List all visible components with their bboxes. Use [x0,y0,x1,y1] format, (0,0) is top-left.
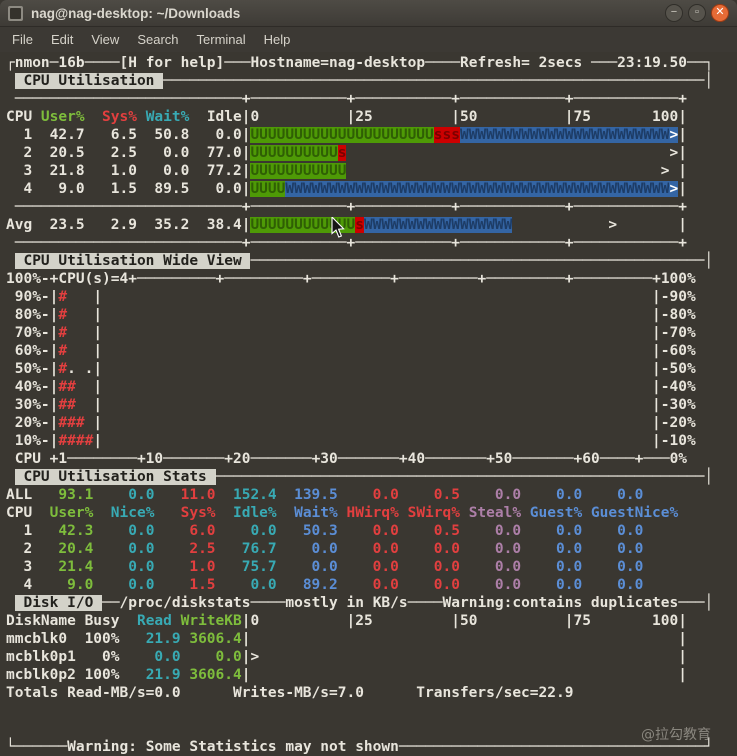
terminal-line: Totals Read-MB/s=0.0 Writes-MB/s=7.0 Tra… [6,685,574,701]
terminal-line: CPU Utilisation Wide View ──────────────… [14,253,714,269]
terminal-line: ──────────────────────────+───────────+─… [14,91,687,107]
terminal-line: 4 9.0 1.5 89.5 0.0|UUUUWWWWWWWWWWWWWWWWW… [6,181,687,197]
watermark: @拉勾教育 [641,727,711,743]
terminal-screen[interactable]: ┌nmon─16b────[H for help]───Hostname=nag… [0,52,737,756]
menu-edit[interactable]: Edit [43,29,81,50]
terminal-line: 80%-|# | |-80% [6,307,696,323]
minimize-button[interactable]: − [665,4,683,22]
menu-file[interactable]: File [4,29,41,50]
menu-bar: File Edit View Search Terminal Help [0,27,737,52]
terminal-line: DiskName Busy Read WriteKB|0 |25 |50 |75… [6,613,687,629]
terminal-line: 3 21.8 1.0 0.0 77.2|UUUUUUUUUUU > | [6,163,687,179]
terminal-line: 100%-+CPU(s)=4+─────────+─────────+─────… [6,271,696,287]
menu-view[interactable]: View [83,29,127,50]
terminal-line: Avg 23.5 2.9 35.2 38.4|UUUUUUUUUUUUsWWWW… [6,217,687,233]
terminal-line: 70%-|# | |-70% [6,325,696,341]
close-button[interactable]: ✕ [711,4,729,22]
maximize-button[interactable]: ▫ [688,4,706,22]
terminal-line: Disk I/O ──/proc/diskstats────mostly in … [14,595,714,611]
terminal-line: 50%-|#. .| |-50% [6,361,696,377]
mouse-cursor [331,217,345,238]
terminal-line: 3 21.4 0.0 1.0 75.7 0.0 0.0 0.0 0.0 0.0 … [6,559,644,575]
terminal-line: CPU Utilisation ────────────────────────… [14,73,714,89]
menu-help[interactable]: Help [256,29,299,50]
window-title: nag@nag-desktop: ~/Downloads [31,5,241,21]
terminal-line: ──────────────────────────+───────────+─… [14,235,687,251]
terminal-line: 90%-|# | |-90% [6,289,696,305]
terminal-line: ┌nmon─16b────[H for help]───Hostname=nag… [6,55,714,71]
terminal-line: mcblk0p1 0% 0.0 0.0|> | [6,649,687,665]
terminal-line: CPU User% Sys% Wait% Idle|0 |25 |50 |75 … [6,109,687,125]
terminal-line: 30%-|## | |-30% [6,397,696,413]
terminal-line: └──────Warning: Some Statistics may not … [6,739,714,755]
terminal-line: 2 20.4 0.0 2.5 76.7 0.0 0.0 0.0 0.0 0.0 … [6,541,644,557]
menu-search[interactable]: Search [129,29,186,50]
terminal-line: 40%-|## | |-40% [6,379,696,395]
terminal-line: ALL 93.1 0.0 11.0 152.4 139.5 0.0 0.5 0.… [6,487,644,503]
terminal-app-icon [8,5,23,21]
terminal-line: 1 42.7 6.5 50.8 0.0|UUUUUUUUUUUUUUUUUUUU… [6,127,687,143]
terminal-line: 2 20.5 2.5 0.0 77.0|UUUUUUUUUUs >| [6,145,687,161]
terminal-line: CPU Utilisation Stats ──────────────────… [14,469,714,485]
terminal-line: mmcblk0 100% 21.9 3606.4| | [6,631,687,647]
terminal-line: mcblk0p2 100% 21.9 3606.4| | [6,667,687,683]
title-bar[interactable]: nag@nag-desktop: ~/Downloads − ▫ ✕ [0,0,737,27]
terminal-window: nag@nag-desktop: ~/Downloads − ▫ ✕ File … [0,0,737,756]
terminal-line: 4 9.0 0.0 1.5 0.0 89.2 0.0 0.0 0.0 0.0 0… [6,577,644,593]
terminal-line: 1 42.3 0.0 6.0 0.0 50.3 0.0 0.5 0.0 0.0 … [6,523,644,539]
terminal-line: CPU User% Nice% Sys% Idle% Wait% HWirq% … [6,505,679,521]
menu-terminal[interactable]: Terminal [189,29,254,50]
terminal-line: ──────────────────────────+───────────+─… [14,199,687,215]
terminal-line: 10%-|####| |-10% [6,433,696,449]
terminal-line: 20%-|### | |-20% [6,415,696,431]
terminal-line: CPU +1────────+10───────+20───────+30───… [6,451,688,467]
terminal-line: 60%-|# | |-60% [6,343,696,359]
window-controls: − ▫ ✕ [665,4,729,22]
